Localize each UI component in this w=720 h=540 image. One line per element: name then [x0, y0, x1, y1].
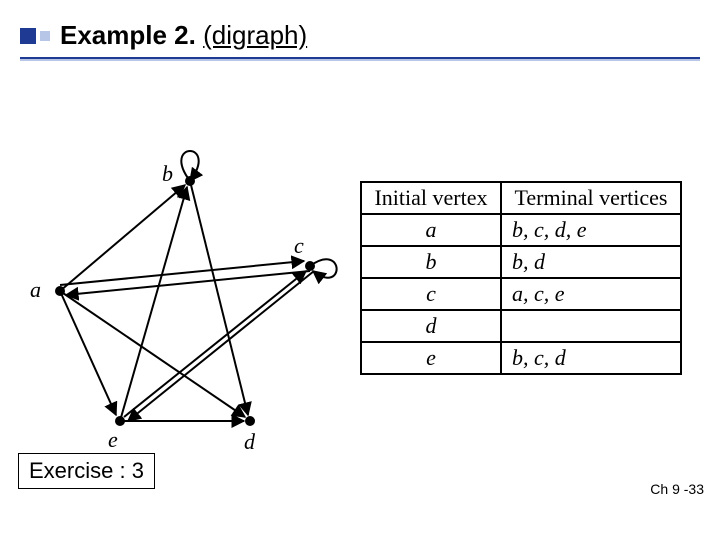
cell-vertex: d: [361, 310, 501, 342]
cell-vertex: c: [361, 278, 501, 310]
title-strong: Example 2.: [60, 20, 196, 50]
digraph-svg: [30, 121, 350, 461]
adjacency-table: Initial vertex Terminal vertices a b, c,…: [360, 181, 682, 375]
table-row: e b, c, d: [361, 342, 681, 374]
vertex-label-e: e: [108, 427, 118, 453]
table-header-row: Initial vertex Terminal vertices: [361, 182, 681, 214]
vertex-label-b: b: [162, 161, 173, 187]
header-terminal: Terminal vertices: [501, 182, 681, 214]
slide-footer: Ch 9 -33: [650, 481, 704, 497]
title-rest: (digraph): [203, 20, 307, 50]
cell-adj: b, c, d, e: [501, 214, 681, 246]
exercise-box: Exercise : 3: [18, 453, 155, 489]
cell-adj: a, c, e: [501, 278, 681, 310]
vertex-label-d: d: [244, 429, 255, 455]
cell-adj: b, d: [501, 246, 681, 278]
table-row: b b, d: [361, 246, 681, 278]
cell-adj: [501, 310, 681, 342]
cell-vertex: b: [361, 246, 501, 278]
cell-vertex: e: [361, 342, 501, 374]
vertex-label-c: c: [294, 233, 304, 259]
table-row: a b, c, d, e: [361, 214, 681, 246]
page-title: Example 2. (digraph): [60, 20, 307, 50]
header-initial: Initial vertex: [361, 182, 501, 214]
table-row: d: [361, 310, 681, 342]
title-bar: Example 2. (digraph): [0, 0, 720, 51]
title-accent-square-small: [40, 31, 50, 41]
digraph-figure: a b c d e: [30, 121, 350, 461]
title-accent-square: [20, 28, 36, 44]
cell-vertex: a: [361, 214, 501, 246]
cell-adj: b, c, d: [501, 342, 681, 374]
content: a b c d e Initial vertex Terminal vertic…: [0, 61, 720, 511]
table-row: c a, c, e: [361, 278, 681, 310]
vertex-label-a: a: [30, 277, 41, 303]
adjacency-table-wrap: Initial vertex Terminal vertices a b, c,…: [360, 181, 682, 375]
